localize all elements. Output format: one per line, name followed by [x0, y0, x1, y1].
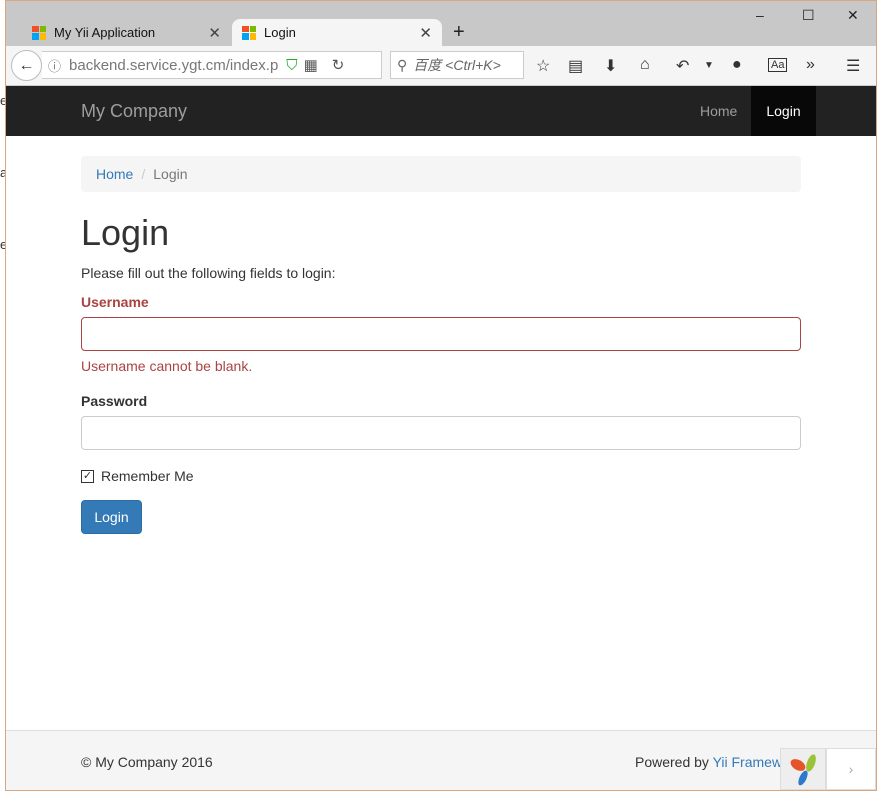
breadcrumb-current: Login — [153, 166, 188, 182]
navigation-toolbar: ← ⓘ backend.service.ygt.cm/index.p ⛉ ▦ ↻… — [6, 46, 876, 86]
undo-icon[interactable]: ↶ — [676, 56, 689, 76]
chevron-right-icon[interactable]: › — [826, 748, 876, 790]
footer: © My Company 2016 Powered by Yii Framew … — [6, 730, 876, 790]
search-box[interactable]: ⚲ 百度 <Ctrl+K> — [390, 51, 524, 79]
bookmark-star-icon[interactable]: ☆ — [536, 56, 550, 76]
shield-icon[interactable]: ⛉ — [286, 57, 297, 74]
reload-icon[interactable]: ↻ — [332, 56, 345, 74]
close-window-icon[interactable]: ✕ — [847, 7, 859, 24]
address-bar[interactable]: ⓘ backend.service.ygt.cm/index.p ⛉ ▦ ↻ — [42, 51, 382, 79]
close-tab-icon[interactable]: ✕ — [419, 24, 432, 42]
page-title: Login — [81, 212, 170, 253]
breadcrumb-home[interactable]: Home — [96, 166, 133, 182]
tab-login[interactable]: Login ✕ — [232, 19, 442, 46]
yii-favicon-icon — [242, 25, 256, 40]
nav-login[interactable]: Login — [751, 86, 816, 136]
close-tab-icon[interactable]: ✕ — [208, 24, 221, 42]
breadcrumb: Home / Login — [81, 156, 801, 192]
tab-label: My Yii Application — [54, 25, 156, 40]
powered-by: Powered by Yii Framew — [635, 754, 782, 770]
username-input[interactable] — [81, 317, 801, 351]
checkbox-checked-icon[interactable]: ✓ — [81, 469, 94, 483]
reading-list-icon[interactable]: ▤ — [568, 56, 583, 76]
chat-icon[interactable]: ● — [732, 56, 742, 74]
yii-debug-toolbar-logo[interactable] — [780, 748, 826, 790]
home-icon[interactable]: ⌂ — [640, 56, 650, 74]
maximize-icon[interactable]: ☐ — [802, 7, 815, 24]
brand-link[interactable]: My Company — [81, 101, 187, 122]
username-error: Username cannot be blank. — [81, 358, 253, 374]
copyright-text: © My Company 2016 — [81, 754, 213, 770]
new-tab-icon[interactable]: + — [453, 21, 465, 44]
powered-prefix: Powered by — [635, 754, 713, 770]
info-icon[interactable]: ⓘ — [48, 56, 61, 75]
download-icon[interactable]: ⬇ — [604, 56, 617, 76]
navbar: My Company Home Login — [6, 86, 876, 136]
remember-me-checkbox[interactable]: ✓ Remember Me — [81, 468, 194, 484]
url-text: backend.service.ygt.cm/index.p — [69, 56, 279, 74]
nav-home[interactable]: Home — [700, 103, 737, 119]
search-icon: ⚲ — [397, 56, 408, 73]
dropdown-icon[interactable]: ▼ — [704, 60, 714, 71]
browser-window: My Yii Application ✕ Login ✕ + – ☐ ✕ ← ⓘ… — [5, 0, 877, 791]
tab-my-yii-application[interactable]: My Yii Application ✕ — [16, 19, 231, 46]
login-button[interactable]: Login — [81, 500, 142, 534]
intro-text: Please fill out the following fields to … — [81, 265, 336, 281]
reader-icon[interactable]: Aa — [768, 58, 788, 72]
password-input[interactable] — [81, 416, 801, 450]
tab-bar: My Yii Application ✕ Login ✕ + – ☐ ✕ — [6, 1, 876, 46]
remember-me-label: Remember Me — [101, 468, 194, 484]
search-placeholder: 百度 <Ctrl+K> — [413, 57, 501, 73]
qr-code-icon[interactable]: ▦ — [304, 56, 318, 74]
tab-label: Login — [264, 25, 296, 40]
overflow-icon[interactable]: » — [806, 56, 815, 74]
yii-logo-icon — [790, 754, 816, 786]
yii-framework-link[interactable]: Yii Framew — [713, 754, 783, 770]
yii-favicon-icon — [32, 25, 46, 40]
minimize-icon[interactable]: – — [756, 7, 764, 23]
username-label: Username — [81, 294, 149, 310]
password-label: Password — [81, 393, 148, 409]
breadcrumb-separator: / — [141, 166, 146, 182]
back-button[interactable]: ← — [11, 50, 42, 81]
menu-icon[interactable]: ☰ — [846, 56, 860, 76]
